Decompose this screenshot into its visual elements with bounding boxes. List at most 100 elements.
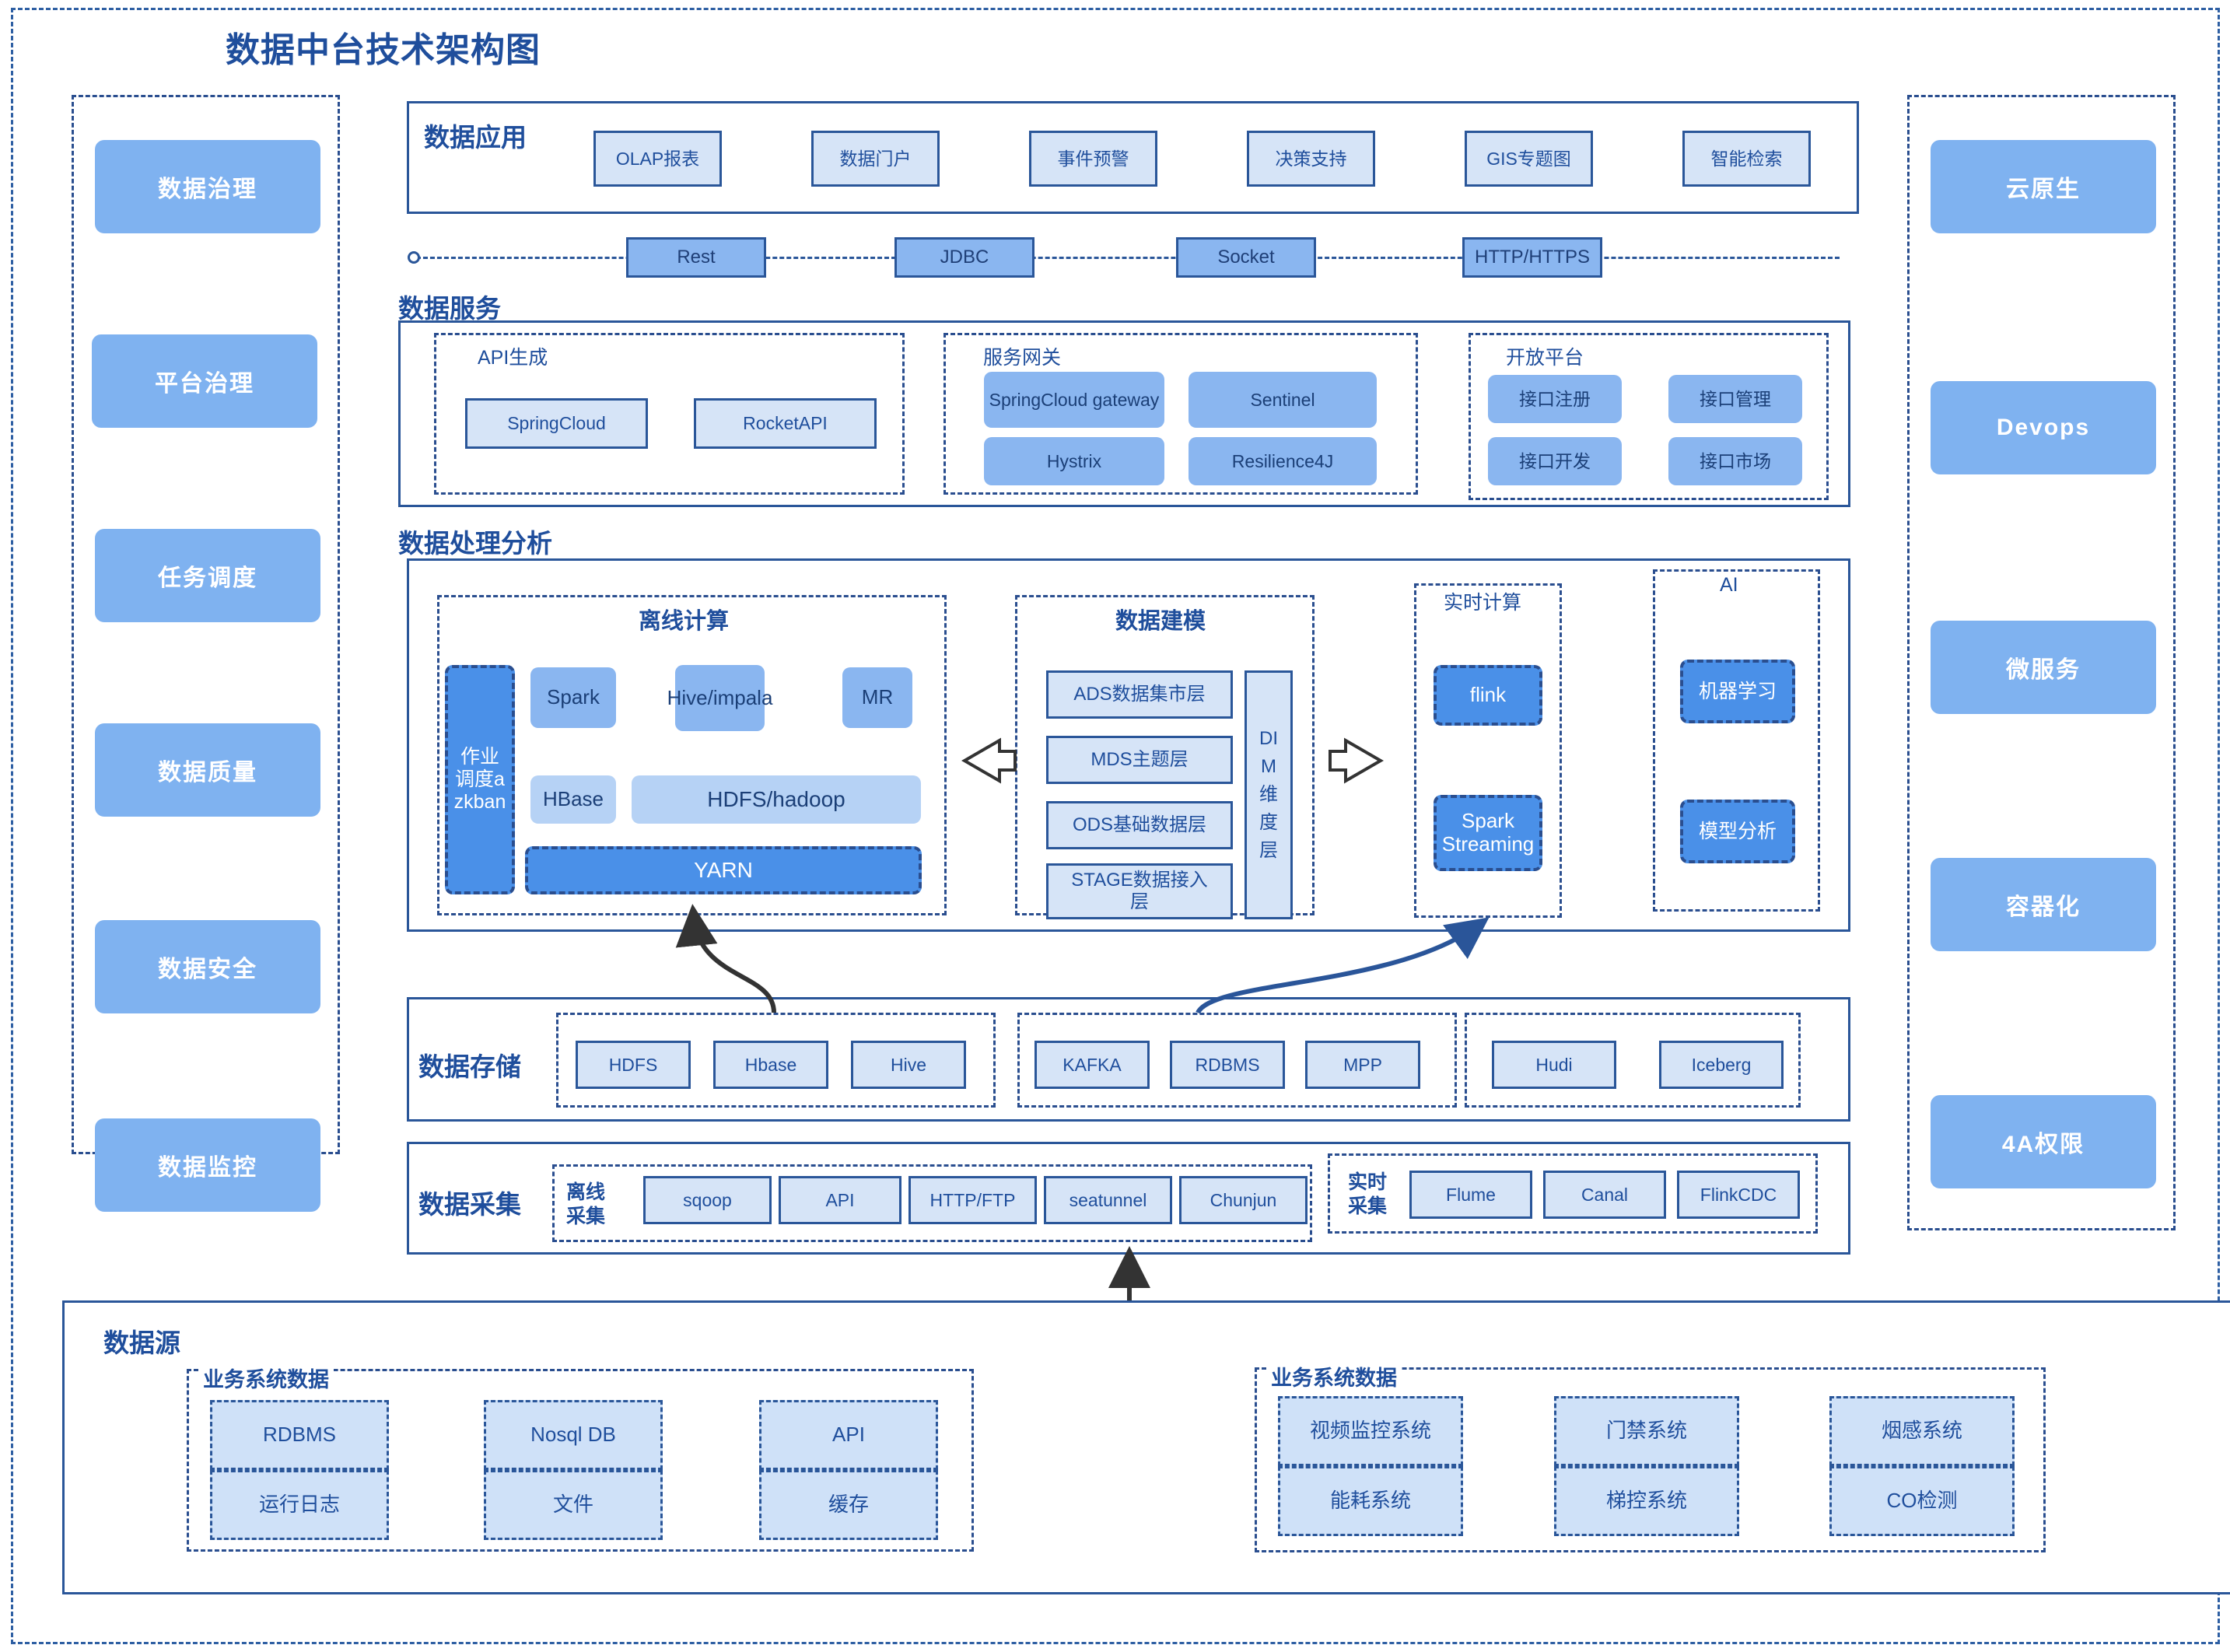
open-item-interface-market[interactable]: 接口市场: [1668, 437, 1802, 485]
rail-item-data-monitoring[interactable]: 数据监控: [95, 1118, 320, 1212]
source-item-nosql-db[interactable]: Nosql DB: [484, 1400, 663, 1470]
rail-item-task-scheduling[interactable]: 任务调度: [95, 529, 320, 622]
bus-protocol-rest[interactable]: Rest: [626, 237, 766, 278]
gateway-item-springcloud-gateway[interactable]: SpringCloud gateway: [984, 372, 1164, 428]
model-layer-stage[interactable]: STAGE数据接入层: [1046, 863, 1233, 919]
app-item-event-alert[interactable]: 事件预警: [1029, 131, 1157, 187]
ai-item-label: 模型分析: [1698, 820, 1777, 842]
app-item-decision-support[interactable]: 决策支持: [1247, 131, 1375, 187]
rail-item-label: 数据治理: [158, 177, 257, 202]
storage-item-mpp[interactable]: MPP: [1305, 1041, 1420, 1089]
source-item-energy-consumption[interactable]: 能耗系统: [1278, 1466, 1463, 1536]
collect-item-label: Chunjun: [1210, 1189, 1277, 1210]
model-layer-dim[interactable]: DIM维度层: [1245, 670, 1293, 919]
bus-protocol-label: JDBC: [940, 247, 989, 268]
offline-scheduler-azkban[interactable]: 作业调度azkban: [445, 665, 515, 894]
model-layer-ods[interactable]: ODS基础数据层: [1046, 801, 1233, 849]
gateway-item-sentinel[interactable]: Sentinel: [1189, 372, 1377, 428]
collect-item-sqoop[interactable]: sqoop: [643, 1176, 772, 1224]
open-item-interface-develop[interactable]: 接口开发: [1488, 437, 1622, 485]
bus-protocol-label: HTTP/HTTPS: [1475, 247, 1590, 268]
source-item-label: API: [832, 1423, 865, 1447]
model-layer-ads[interactable]: ADS数据集市层: [1046, 670, 1233, 719]
storage-item-kafka[interactable]: KAFKA: [1034, 1041, 1150, 1089]
storage-item-hdfs[interactable]: HDFS: [576, 1041, 691, 1089]
app-item-label: GIS专题图: [1486, 148, 1571, 169]
collect-item-seatunnel[interactable]: seatunnel: [1044, 1176, 1172, 1224]
app-item-label: 数据门户: [839, 148, 912, 169]
offline-engine-mr[interactable]: MR: [842, 667, 912, 728]
source-item-smoke-detection[interactable]: 烟感系统: [1829, 1396, 2015, 1466]
storage-item-hive[interactable]: Hive: [851, 1041, 966, 1089]
source-item-video-surveillance[interactable]: 视频监控系统: [1278, 1396, 1463, 1466]
rail-item-data-governance[interactable]: 数据治理: [95, 140, 320, 233]
collect-item-chunjun[interactable]: Chunjun: [1179, 1176, 1308, 1224]
data-processing-label: 数据处理分析: [398, 529, 552, 558]
rail-item-containerization[interactable]: 容器化: [1931, 858, 2156, 951]
source-item-cache[interactable]: 缓存: [759, 1470, 938, 1540]
source-item-api[interactable]: API: [759, 1400, 938, 1470]
rail-item-label: 微服务: [2006, 657, 2081, 683]
realtime-item-spark-streaming[interactable]: Spark Streaming: [1434, 795, 1542, 871]
offline-compute-title: 离线计算: [634, 603, 734, 635]
collect-item-label: Canal: [1581, 1184, 1629, 1205]
storage-item-iceberg[interactable]: Iceberg: [1659, 1041, 1784, 1089]
source-item-file[interactable]: 文件: [484, 1470, 663, 1540]
realtime-item-flink[interactable]: flink: [1434, 665, 1542, 726]
open-item-interface-manage[interactable]: 接口管理: [1668, 375, 1802, 423]
source-item-elevator-control[interactable]: 梯控系统: [1554, 1466, 1739, 1536]
open-item-interface-register[interactable]: 接口注册: [1488, 375, 1622, 423]
storage-item-rdbms[interactable]: RDBMS: [1170, 1041, 1285, 1089]
service-item-rocketapi[interactable]: RocketAPI: [694, 398, 877, 449]
collect-item-http-ftp[interactable]: HTTP/FTP: [908, 1176, 1037, 1224]
offline-resource-yarn[interactable]: YARN: [525, 846, 922, 894]
source-item-access-control[interactable]: 门禁系统: [1554, 1396, 1739, 1466]
rail-item-devops[interactable]: Devops: [1931, 381, 2156, 474]
source-item-label: 烟感系统: [1881, 1419, 1962, 1443]
app-item-gis-thematic-map[interactable]: GIS专题图: [1465, 131, 1593, 187]
offline-engine-spark[interactable]: Spark: [530, 667, 616, 728]
app-item-olap-report[interactable]: OLAP报表: [593, 131, 722, 187]
gateway-item-hystrix[interactable]: Hystrix: [984, 437, 1164, 485]
page-title: 数据中台技术架构图: [226, 31, 541, 69]
model-layer-label: ODS基础数据层: [1072, 814, 1206, 836]
rail-item-4a-permission[interactable]: 4A权限: [1931, 1095, 2156, 1188]
service-item-springcloud[interactable]: SpringCloud: [465, 398, 648, 449]
storage-item-hudi[interactable]: Hudi: [1492, 1041, 1616, 1089]
bus-protocol-jdbc[interactable]: JDBC: [894, 237, 1034, 278]
collect-item-flume[interactable]: Flume: [1409, 1171, 1532, 1219]
source-item-rdbms[interactable]: RDBMS: [210, 1400, 389, 1470]
bus-protocol-http[interactable]: HTTP/HTTPS: [1462, 237, 1602, 278]
ai-item-label: 机器学习: [1698, 680, 1777, 702]
ai-item-model-analysis[interactable]: 模型分析: [1680, 800, 1795, 863]
source-item-runtime-log[interactable]: 运行日志: [210, 1470, 389, 1540]
app-item-data-portal[interactable]: 数据门户: [811, 131, 940, 187]
source-item-label: 门禁系统: [1605, 1419, 1687, 1443]
rail-item-data-quality[interactable]: 数据质量: [95, 723, 320, 817]
open-platform-title: 开放平台: [1501, 342, 1589, 370]
rail-item-platform-governance[interactable]: 平台治理: [92, 334, 317, 428]
rail-item-cloud-native[interactable]: 云原生: [1931, 140, 2156, 233]
offline-store-hdfs-hadoop[interactable]: HDFS/hadoop: [632, 775, 921, 824]
collect-item-flinkcdc[interactable]: FlinkCDC: [1677, 1171, 1800, 1219]
rail-item-label: 数据监控: [158, 1155, 257, 1181]
source-item-label: 缓存: [828, 1493, 869, 1517]
business-data-group-left-title: 业务系统数据: [198, 1363, 334, 1393]
model-layer-mds[interactable]: MDS主题层: [1046, 736, 1233, 784]
storage-item-label: Iceberg: [1691, 1054, 1752, 1075]
rail-item-label: 4A权限: [2001, 1132, 2085, 1157]
app-item-smart-search[interactable]: 智能检索: [1682, 131, 1811, 187]
source-item-co-detection[interactable]: CO检测: [1829, 1466, 2015, 1536]
storage-item-hbase[interactable]: Hbase: [713, 1041, 828, 1089]
offline-store-hbase[interactable]: HBase: [530, 775, 616, 824]
model-layer-label: STAGE数据接入层: [1071, 870, 1208, 912]
bus-protocol-socket[interactable]: Socket: [1176, 237, 1316, 278]
rail-item-data-security[interactable]: 数据安全: [95, 920, 320, 1013]
offline-engine-hive-impala[interactable]: Hive/impala: [667, 665, 772, 731]
ai-item-machine-learning[interactable]: 机器学习: [1680, 660, 1795, 723]
rail-item-microservice[interactable]: 微服务: [1931, 621, 2156, 714]
rail-item-label: 容器化: [2006, 894, 2081, 920]
collect-item-canal[interactable]: Canal: [1543, 1171, 1666, 1219]
gateway-item-resilience4j[interactable]: Resilience4J: [1189, 437, 1377, 485]
collect-item-api[interactable]: API: [779, 1176, 901, 1224]
